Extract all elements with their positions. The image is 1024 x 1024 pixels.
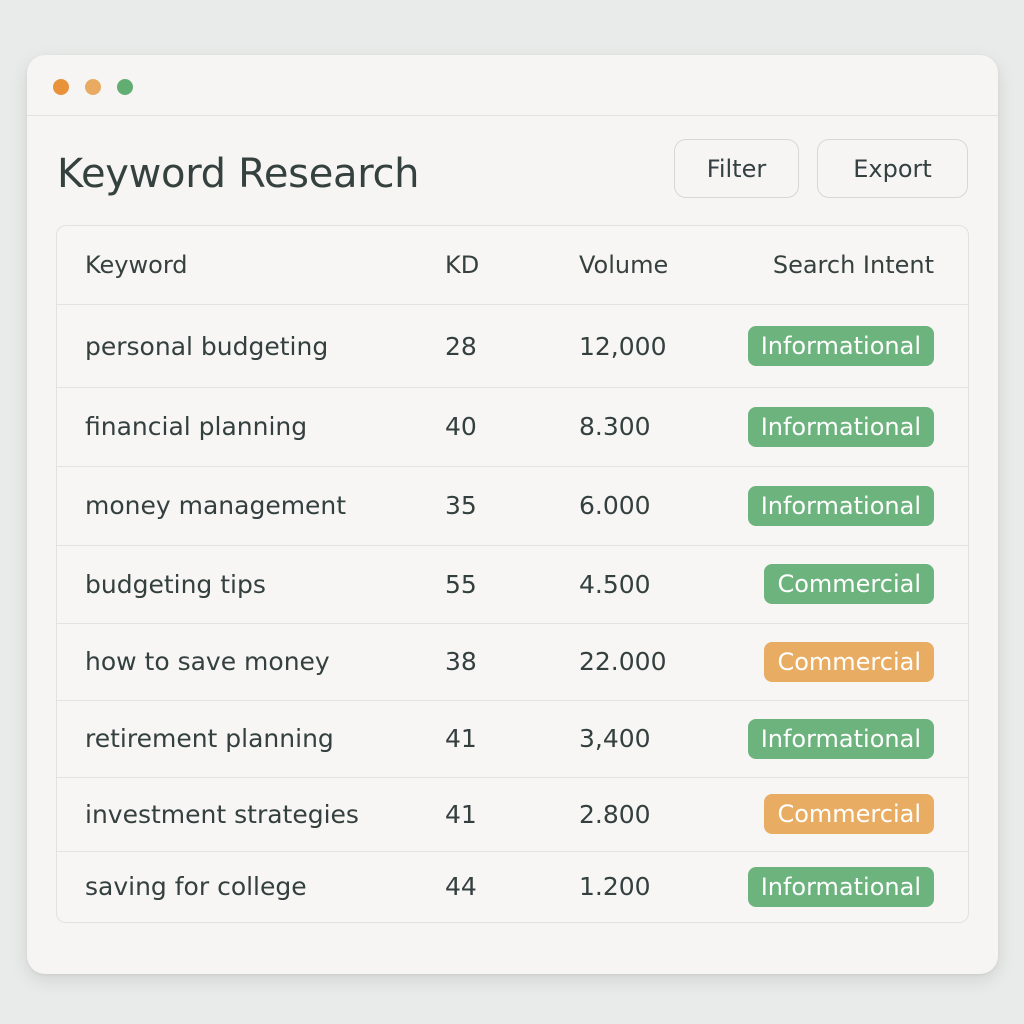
column-header-search-intent[interactable]: Search Intent (773, 226, 934, 304)
kd-cell: 28 (445, 305, 477, 387)
intent-badge: Informational (748, 407, 934, 447)
kd-cell: 44 (445, 851, 477, 922)
table-row[interactable]: money management 35 6.000 Informational (57, 466, 968, 546)
intent-badge: Commercial (764, 564, 934, 604)
volume-cell: 2.800 (579, 777, 651, 851)
intent-badge: Informational (748, 486, 934, 526)
column-header-keyword[interactable]: Keyword (85, 226, 188, 304)
intent-badge: Informational (748, 867, 934, 907)
intent-badge: Informational (748, 719, 934, 759)
intent-badge: Informational (748, 326, 934, 366)
kd-cell: 40 (445, 387, 477, 466)
table-row[interactable]: how to save money 38 22.000 Commercial (57, 623, 968, 701)
app-window: Keyword Research Filter Export Keyword K… (27, 55, 998, 974)
volume-cell: 12,000 (579, 305, 666, 387)
kd-cell: 55 (445, 545, 477, 623)
window-minimize-control[interactable] (85, 79, 101, 95)
intent-badge: Commercial (764, 794, 934, 834)
table-row[interactable]: investment strategies 41 2.800 Commercial (57, 777, 968, 852)
volume-cell: 1.200 (579, 851, 651, 922)
volume-cell: 22.000 (579, 623, 666, 700)
search-intent-cell: Commercial (764, 623, 934, 700)
keyword-cell: how to save money (85, 623, 330, 700)
export-button[interactable]: Export (817, 139, 968, 198)
volume-cell: 6.000 (579, 466, 651, 545)
keyword-table: Keyword KD Volume Search Intent personal… (56, 225, 969, 923)
title-bar (27, 55, 998, 116)
table-row[interactable]: financial planning 40 8.300 Informational (57, 387, 968, 467)
table-row[interactable]: personal budgeting 28 12,000 Informational (57, 305, 968, 388)
keyword-cell: money management (85, 466, 346, 545)
search-intent-cell: Commercial (764, 777, 934, 851)
intent-badge: Commercial (764, 642, 934, 682)
keyword-cell: saving for college (85, 851, 307, 922)
keyword-cell: budgeting tips (85, 545, 266, 623)
column-header-kd[interactable]: KD (445, 226, 479, 304)
kd-cell: 35 (445, 466, 477, 545)
volume-cell: 3,400 (579, 700, 651, 777)
keyword-cell: retirement planning (85, 700, 334, 777)
search-intent-cell: Commercial (764, 545, 934, 623)
volume-cell: 8.300 (579, 387, 651, 466)
kd-cell: 41 (445, 700, 477, 777)
keyword-cell: investment strategies (85, 777, 359, 851)
kd-cell: 38 (445, 623, 477, 700)
search-intent-cell: Informational (748, 851, 934, 922)
search-intent-cell: Informational (748, 700, 934, 777)
table-row[interactable]: retirement planning 41 3,400 Informational (57, 700, 968, 778)
column-header-volume[interactable]: Volume (579, 226, 668, 304)
window-close-control[interactable] (53, 79, 69, 95)
table-row[interactable]: saving for college 44 1.200 Informational (57, 851, 968, 922)
search-intent-cell: Informational (748, 305, 934, 387)
page-title: Keyword Research (57, 149, 419, 199)
volume-cell: 4.500 (579, 545, 651, 623)
keyword-cell: financial planning (85, 387, 307, 466)
table-row[interactable]: budgeting tips 55 4.500 Commercial (57, 545, 968, 624)
search-intent-cell: Informational (748, 387, 934, 466)
table-header-row: Keyword KD Volume Search Intent (57, 226, 968, 305)
window-zoom-control[interactable] (117, 79, 133, 95)
filter-button[interactable]: Filter (674, 139, 799, 198)
keyword-cell: personal budgeting (85, 305, 328, 387)
search-intent-cell: Informational (748, 466, 934, 545)
kd-cell: 41 (445, 777, 477, 851)
